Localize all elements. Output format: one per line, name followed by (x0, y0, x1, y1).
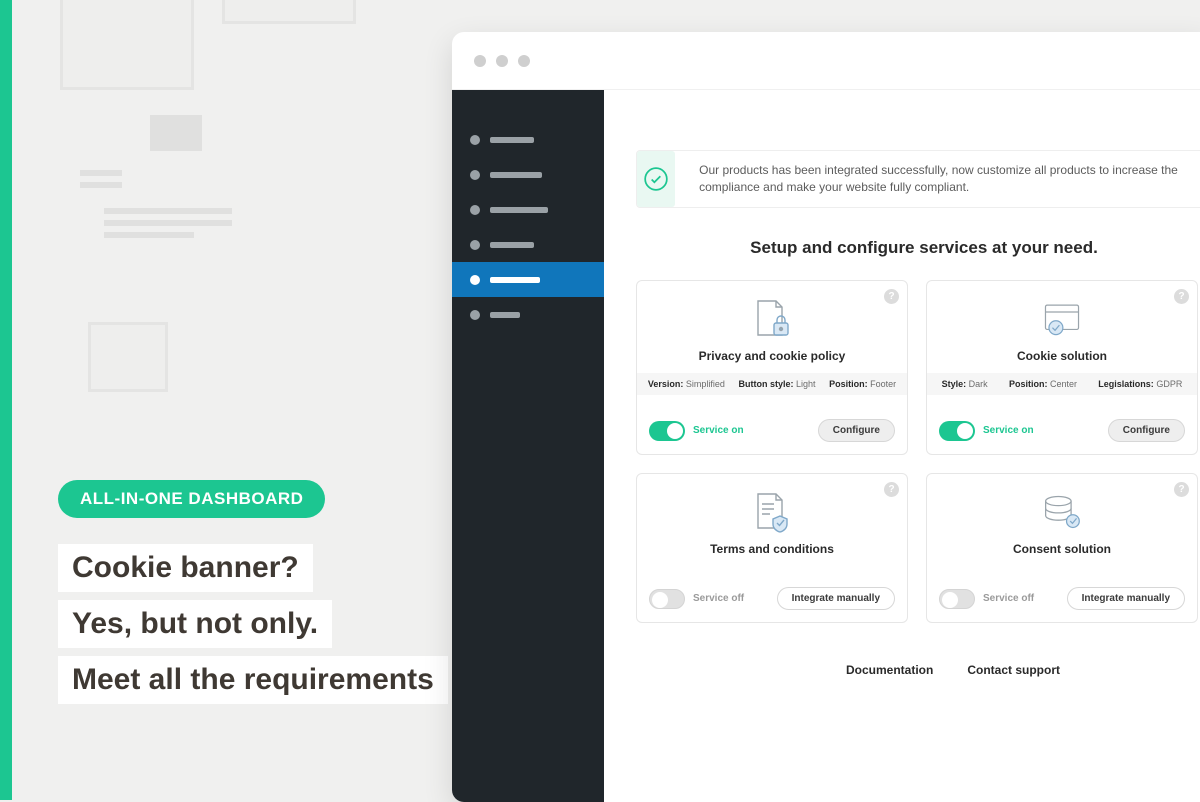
bg-wire (80, 182, 122, 188)
help-icon[interactable]: ? (1174, 482, 1189, 497)
bg-wire (104, 208, 232, 214)
headline-3: Meet all the requirements (58, 656, 448, 704)
card-consent-solution: ? Consent solution (926, 473, 1198, 623)
service-toggle[interactable] (649, 421, 685, 441)
document-shield-icon (637, 474, 907, 534)
bg-wire (104, 220, 232, 226)
window-chrome (452, 32, 1200, 90)
bg-wire (150, 115, 202, 151)
footer-links: Documentation Contact support (846, 663, 1200, 677)
card-meta: Version: Simplified Button style: Light … (637, 373, 907, 395)
support-link[interactable]: Contact support (967, 663, 1060, 677)
card-title: Consent solution (927, 542, 1197, 556)
sidebar-item[interactable] (452, 297, 604, 332)
window-dot[interactable] (518, 55, 530, 67)
sidebar (452, 90, 604, 802)
section-title: Setup and configure services at your nee… (636, 238, 1200, 258)
service-status: Service off (693, 593, 744, 604)
help-icon[interactable]: ? (884, 482, 899, 497)
integrate-button[interactable]: Integrate manually (777, 587, 895, 610)
card-title: Cookie solution (927, 349, 1197, 363)
service-toggle[interactable] (939, 421, 975, 441)
help-icon[interactable]: ? (1174, 289, 1189, 304)
headline-1: Cookie banner? (58, 544, 313, 592)
service-status: Service off (983, 593, 1034, 604)
service-status: Service on (983, 425, 1034, 436)
card-title: Terms and conditions (637, 542, 907, 556)
card-terms-conditions: ? Terms and conditions Servic (636, 473, 908, 623)
service-toggle[interactable] (649, 589, 685, 609)
sidebar-item[interactable] (452, 122, 604, 157)
window-dot[interactable] (496, 55, 508, 67)
services-grid: ? Privacy and cookie policy Version: Sim… (636, 280, 1200, 623)
bg-wire (104, 232, 194, 238)
accent-bar (0, 0, 12, 800)
sidebar-item-active[interactable] (452, 262, 604, 297)
marketing-pill: ALL-IN-ONE DASHBOARD (58, 480, 325, 518)
document-lock-icon (637, 281, 907, 341)
documentation-link[interactable]: Documentation (846, 663, 933, 677)
configure-button[interactable]: Configure (818, 419, 895, 442)
window-dot[interactable] (474, 55, 486, 67)
sidebar-item[interactable] (452, 157, 604, 192)
app-window: Our products has been integrated success… (452, 32, 1200, 802)
database-check-icon (927, 474, 1197, 534)
card-meta: Style: Dark Position: Center Legislation… (927, 373, 1197, 395)
check-circle-icon (637, 151, 675, 207)
bg-wire (88, 322, 168, 392)
configure-button[interactable]: Configure (1108, 419, 1185, 442)
sidebar-item[interactable] (452, 227, 604, 262)
success-alert: Our products has been integrated success… (636, 150, 1200, 208)
headline-2: Yes, but not only. (58, 600, 332, 648)
card-cookie-solution: ? Cookie solution Style: Dark Position: … (926, 280, 1198, 455)
card-title: Privacy and cookie policy (637, 349, 907, 363)
browser-check-icon (927, 281, 1197, 341)
alert-text: Our products has been integrated success… (699, 152, 1200, 206)
integrate-button[interactable]: Integrate manually (1067, 587, 1185, 610)
bg-wire (60, 0, 194, 90)
service-status: Service on (693, 425, 744, 436)
bg-wire (80, 170, 122, 176)
sidebar-item[interactable] (452, 192, 604, 227)
service-toggle[interactable] (939, 589, 975, 609)
bg-wire (222, 0, 356, 24)
help-icon[interactable]: ? (884, 289, 899, 304)
main-content: Our products has been integrated success… (604, 90, 1200, 802)
card-privacy-policy: ? Privacy and cookie policy Version: Sim… (636, 280, 908, 455)
